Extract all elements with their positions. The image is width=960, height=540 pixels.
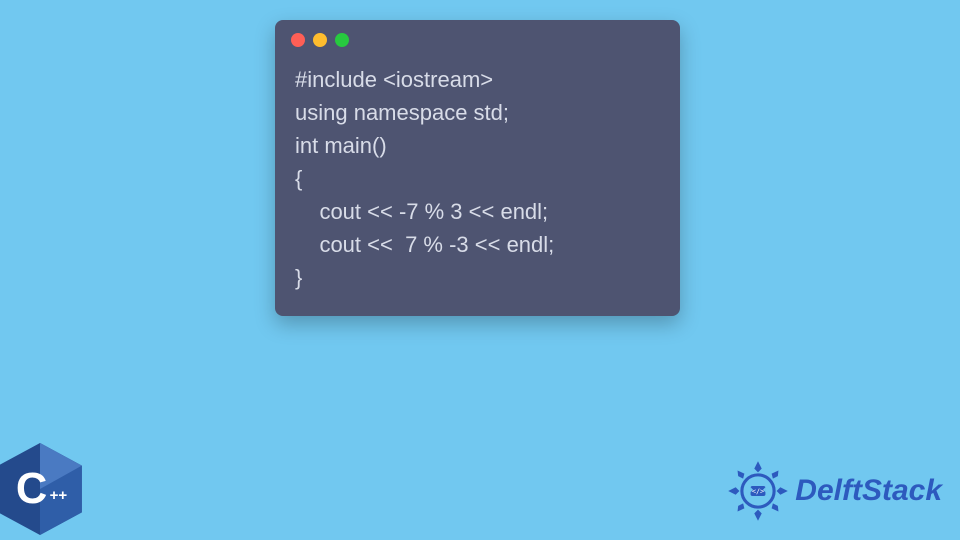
svg-text:</>: </> — [752, 487, 764, 495]
cpp-letter: C — [16, 465, 47, 513]
maximize-icon — [335, 33, 349, 47]
code-line: } — [295, 261, 660, 294]
code-window: #include <iostream> using namespace std;… — [275, 20, 680, 316]
code-line: using namespace std; — [295, 96, 660, 129]
code-line: #include <iostream> — [295, 63, 660, 96]
window-titlebar — [275, 20, 680, 53]
cpp-plus: ++ — [50, 487, 68, 504]
code-body: #include <iostream> using namespace std;… — [275, 53, 680, 316]
brand-logo: </> DelftStack — [727, 460, 942, 522]
brand-name: DelftStack — [795, 474, 942, 508]
code-line: cout << -7 % 3 << endl; — [295, 195, 660, 228]
code-line: cout << 7 % -3 << endl; — [295, 228, 660, 261]
code-line: int main() — [295, 129, 660, 162]
cpp-logo-icon: C ++ — [0, 443, 82, 535]
code-line: { — [295, 162, 660, 195]
medallion-icon: </> — [727, 460, 789, 522]
close-icon — [291, 33, 305, 47]
minimize-icon — [313, 33, 327, 47]
